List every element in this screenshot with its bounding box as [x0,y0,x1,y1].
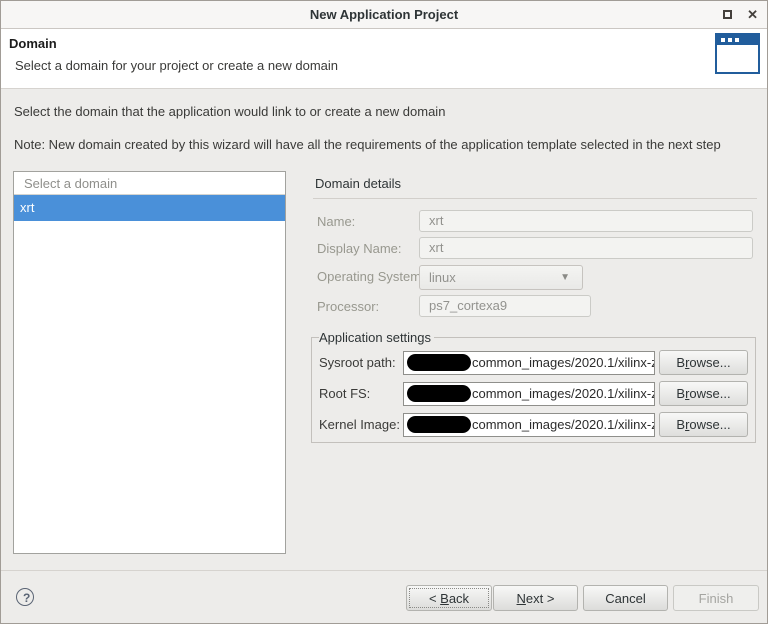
redaction-blob [407,354,471,371]
name-label: Name: [317,214,355,229]
page-subtitle: Select a domain for your project or crea… [15,58,338,73]
kernel-image-value: common_images/2020.1/xilinx-zynq- [472,417,655,432]
sysroot-browse-button[interactable]: Browse... [659,350,748,375]
domain-list-column-header[interactable]: Select a domain [14,172,285,195]
operating-system-value: linux [429,270,456,285]
domain-list: Select a domain xrt [13,171,286,554]
redaction-blob [407,416,471,433]
processor-row: Processor: ps7_cortexa9 [313,295,757,319]
footer-separator [1,570,767,571]
root-fs-row: Root FS: common_images/2020.1/xilinx-zyn… [319,381,748,406]
sysroot-path-value: common_images/2020.1/xilinx-zynq- [472,355,655,370]
back-button[interactable]: < Back [406,585,492,611]
display-name-field: xrt [419,237,753,259]
domain-details-panel: Domain details Name: xrt Display Name: x… [313,171,757,561]
kernel-image-input[interactable]: common_images/2020.1/xilinx-zynq- [403,413,655,437]
domain-details-title: Domain details [315,176,401,191]
root-fs-value: common_images/2020.1/xilinx-zynq- [472,386,655,401]
operating-system-label: Operating System: [317,269,425,284]
root-fs-input[interactable]: common_images/2020.1/xilinx-zynq- [403,382,655,406]
display-name-label: Display Name: [317,241,402,256]
name-field-row: Name: xrt [313,210,757,234]
finish-button: Finish [673,585,759,611]
operating-system-row: Operating System: linux ▼ [313,265,757,289]
close-icon[interactable]: ✕ [747,8,758,21]
separator [313,198,757,199]
new-application-project-dialog: New Application Project ✕ Domain Select … [0,0,768,624]
redaction-blob [407,385,471,402]
name-field: xrt [419,210,753,232]
list-item-xrt[interactable]: xrt [14,195,285,221]
root-fs-label: Root FS: [319,386,399,401]
chevron-down-icon: ▼ [560,266,570,289]
operating-system-dropdown: linux ▼ [419,265,583,290]
application-settings-group: Application settings Sysroot path: commo… [311,330,756,443]
icon-dot [728,38,732,42]
wizard-window-icon-titlebar [717,35,758,45]
window-title: New Application Project [1,1,767,28]
display-name-field-row: Display Name: xrt [313,237,757,261]
page-title: Domain [9,36,57,51]
processor-label: Processor: [317,299,379,314]
root-fs-browse-button[interactable]: Browse... [659,381,748,406]
cancel-button[interactable]: Cancel [583,585,668,611]
sysroot-path-input[interactable]: common_images/2020.1/xilinx-zynq- [403,351,655,375]
instruction-text: Select the domain that the application w… [14,104,445,119]
icon-dot [735,38,739,42]
wizard-window-icon [715,33,760,74]
wizard-header: Domain Select a domain for your project … [1,29,767,89]
kernel-image-label: Kernel Image: [319,417,399,432]
note-text: Note: New domain created by this wizard … [14,137,721,152]
application-settings-title: Application settings [319,330,434,345]
icon-dot [721,38,725,42]
titlebar[interactable]: New Application Project ✕ [1,1,767,29]
sysroot-path-row: Sysroot path: common_images/2020.1/xilin… [319,350,748,375]
next-button[interactable]: Next > [493,585,578,611]
sysroot-path-label: Sysroot path: [319,355,399,370]
processor-field: ps7_cortexa9 [419,295,591,317]
kernel-image-row: Kernel Image: common_images/2020.1/xilin… [319,412,748,437]
maximize-icon[interactable] [723,10,732,19]
help-icon[interactable]: ? [16,588,34,606]
kernel-image-browse-button[interactable]: Browse... [659,412,748,437]
window-controls: ✕ [723,1,758,28]
